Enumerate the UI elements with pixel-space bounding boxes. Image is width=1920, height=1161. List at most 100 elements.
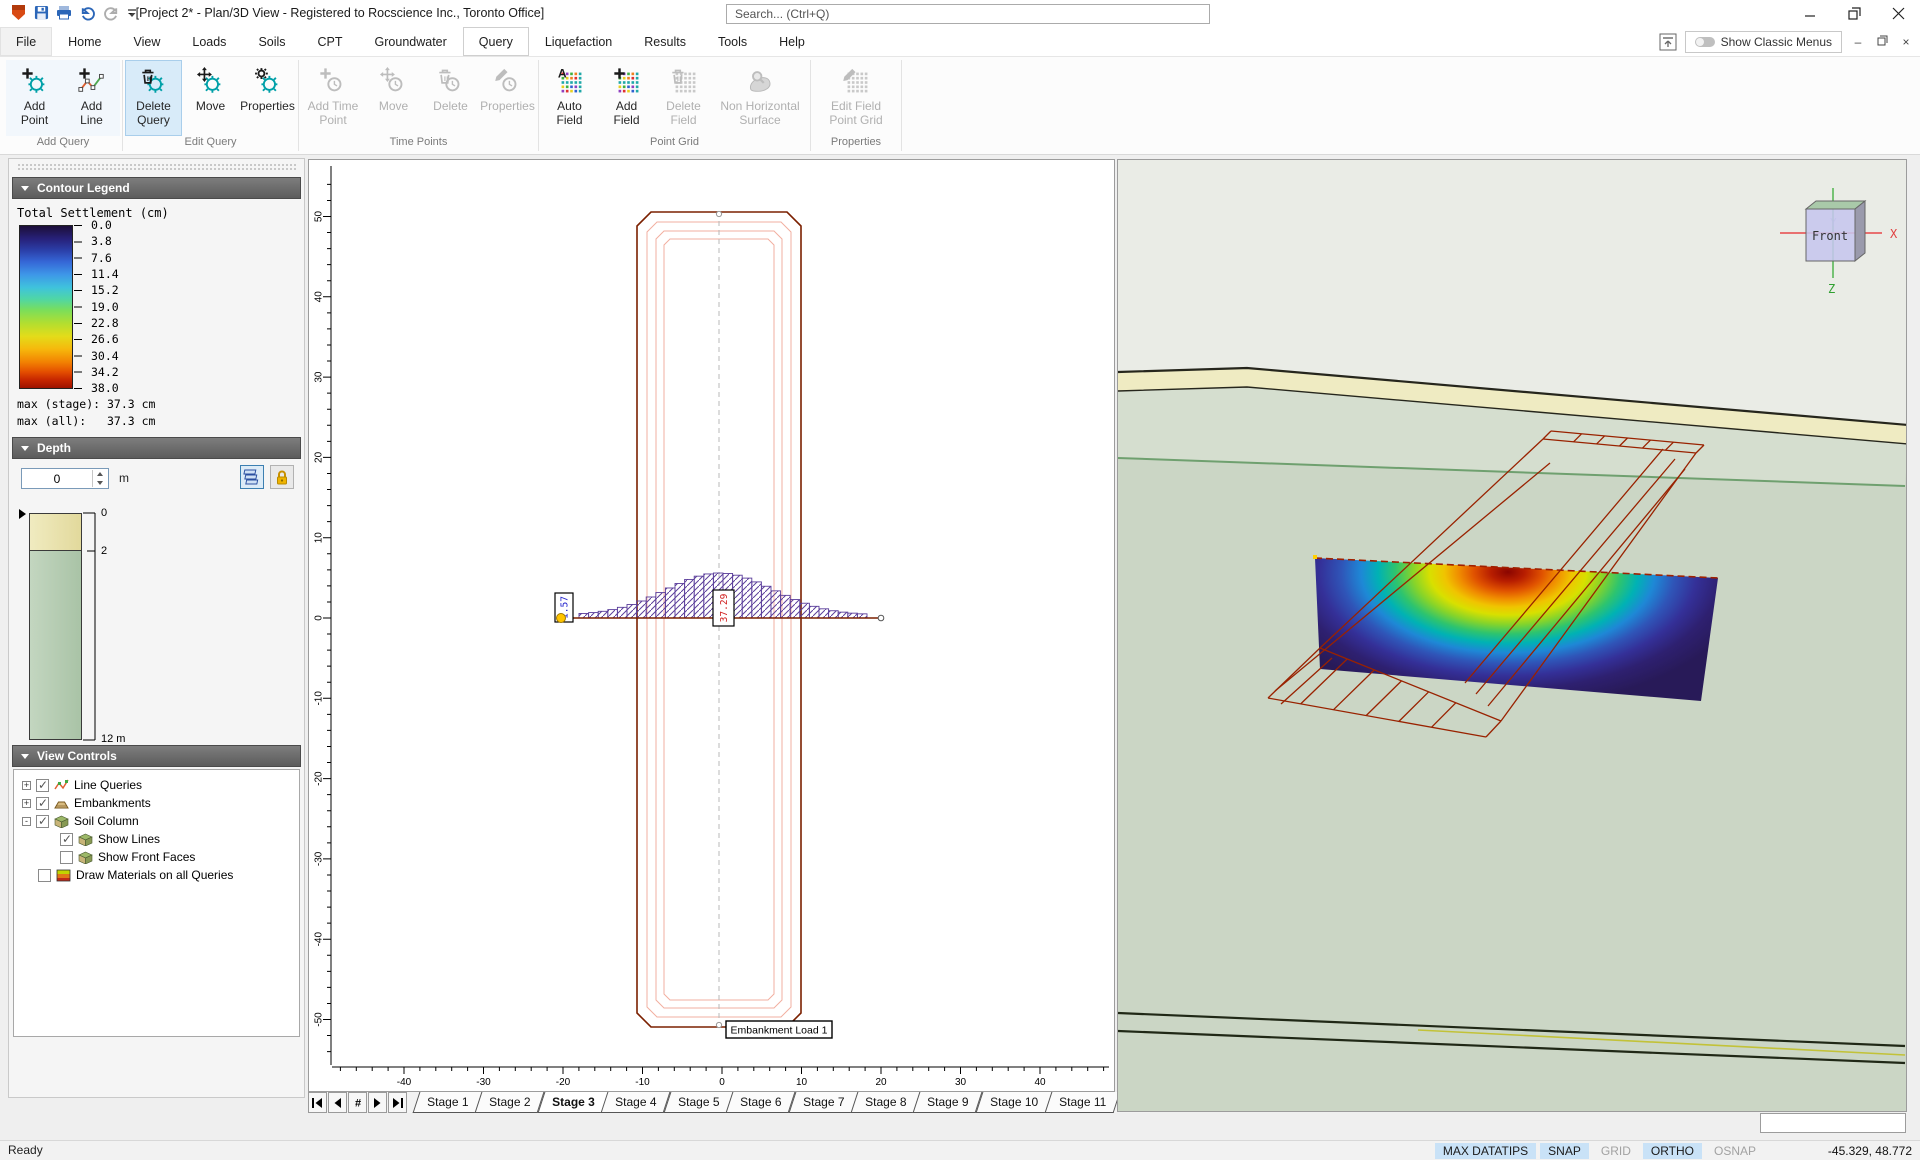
redo-icon[interactable]	[103, 5, 120, 21]
soil-cube-icon	[78, 851, 93, 864]
show-classic-menus-toggle[interactable]: Show Classic Menus	[1684, 31, 1842, 53]
delete-time-point-icon	[436, 66, 466, 96]
tree-item-soil-column[interactable]: - Soil Column	[14, 812, 299, 830]
search-input[interactable]	[726, 4, 1210, 24]
embankment-load-label[interactable]: Embankment Load 1	[725, 1020, 833, 1039]
menu-tab-query[interactable]: Query	[462, 27, 529, 56]
stage-tab-11[interactable]: Stage 11	[1044, 1092, 1121, 1113]
svg-text:A: A	[557, 66, 566, 80]
move-query-icon	[196, 66, 226, 96]
previous-stage-button[interactable]	[328, 1092, 347, 1113]
depth-header[interactable]: Depth	[12, 437, 301, 459]
tree-item-embankments[interactable]: + Embankments	[14, 794, 299, 812]
add-point-button[interactable]: Add Point	[6, 60, 63, 136]
move-time-point-button: Move	[365, 60, 422, 136]
depth-lock-button[interactable]	[270, 465, 294, 489]
soil-depth-label: 2	[101, 545, 108, 557]
depth-spinner[interactable]	[92, 470, 107, 487]
mdi-minimize-button[interactable]: –	[1850, 35, 1866, 49]
query-properties-button[interactable]: Properties	[239, 60, 296, 136]
ortho-toggle[interactable]: ORTHO	[1642, 1143, 1702, 1159]
soil-cube-icon	[78, 833, 93, 846]
collapse-triangle-icon	[21, 445, 29, 451]
view-controls-header[interactable]: View Controls	[12, 745, 301, 767]
tree-item-line-queries[interactable]: + Line Queries	[14, 776, 299, 794]
line-queries-checkbox[interactable]	[36, 778, 49, 792]
save-icon[interactable]	[34, 5, 49, 20]
depth-layers-button[interactable]	[240, 465, 264, 489]
embankments-checkbox[interactable]	[36, 796, 49, 810]
undo-icon[interactable]	[79, 5, 96, 21]
stage-tab-2[interactable]: Stage 2	[474, 1092, 546, 1113]
minimize-button[interactable]	[1788, 0, 1832, 27]
stage-number-button[interactable]: #	[348, 1092, 367, 1113]
query-max-value: 37.29	[719, 593, 730, 622]
depth-input[interactable]: 0	[21, 468, 109, 489]
sidebar-gripper[interactable]	[17, 163, 296, 171]
spinner-up-icon[interactable]	[93, 470, 107, 479]
tree-item-show-front-faces[interactable]: Show Front Faces	[14, 848, 299, 866]
stage-tab-10[interactable]: Stage 10	[975, 1092, 1053, 1113]
snap-toggle[interactable]: SNAP	[1540, 1143, 1589, 1159]
menu-tab-tools[interactable]: Tools	[702, 27, 763, 56]
show-front-faces-checkbox[interactable]	[60, 850, 73, 864]
add-field-button[interactable]: Add Field	[598, 60, 655, 136]
ribbon-pin-icon[interactable]	[1659, 33, 1677, 51]
ribbon-group-point-grid: A Auto Field Add Field Delete Field Non Hor…	[541, 57, 808, 154]
menu-tab-view[interactable]: View	[118, 27, 177, 56]
query-end-point[interactable]	[877, 614, 885, 622]
stage-tab-9[interactable]: Stage 9	[912, 1092, 984, 1113]
stage-tab-8[interactable]: Stage 8	[850, 1092, 921, 1113]
stage-tab-1[interactable]: Stage 1	[412, 1092, 483, 1113]
menu-tab-help[interactable]: Help	[763, 27, 821, 56]
contour-legend-header[interactable]: Contour Legend	[12, 177, 301, 199]
menu-tab-results[interactable]: Results	[628, 27, 702, 56]
menu-tab-soils[interactable]: Soils	[242, 27, 301, 56]
tree-item-show-lines[interactable]: Show Lines	[14, 830, 299, 848]
depth-panel: 0 m 0 2 12 m	[15, 459, 298, 745]
restore-button[interactable]	[1832, 0, 1876, 27]
expander-icon[interactable]: +	[22, 780, 31, 790]
max-datatips-toggle[interactable]: MAX DATATIPS	[1434, 1143, 1537, 1159]
non-horizontal-surface-icon	[745, 66, 775, 96]
delete-query-button[interactable]: Delete Query	[125, 60, 182, 136]
close-button[interactable]	[1876, 0, 1920, 27]
osnap-toggle[interactable]: OSNAP	[1706, 1143, 1764, 1159]
expander-icon[interactable]: -	[22, 816, 31, 826]
grid-toggle[interactable]: GRID	[1593, 1143, 1639, 1159]
app-logo-icon[interactable]	[10, 4, 27, 21]
stage-tab-5[interactable]: Stage 5	[663, 1092, 734, 1113]
expander-icon[interactable]: +	[22, 798, 31, 808]
menu-tab-loads[interactable]: Loads	[176, 27, 242, 56]
stage-tab-3[interactable]: Stage 3	[537, 1092, 609, 1113]
stage-tab-4[interactable]: Stage 4	[601, 1092, 672, 1113]
stage-tab-6[interactable]: Stage 6	[725, 1092, 796, 1113]
last-stage-button[interactable]	[388, 1092, 407, 1113]
print-icon[interactable]	[56, 5, 72, 20]
draw-materials-checkbox[interactable]	[38, 868, 51, 882]
next-stage-button[interactable]	[368, 1092, 387, 1113]
mdi-restore-button[interactable]	[1874, 35, 1890, 49]
auto-field-button[interactable]: A Auto Field	[541, 60, 598, 136]
title-bar: - [Project 2* - Plan/3D View - Registere…	[0, 0, 1920, 27]
soil-cube-icon	[54, 815, 69, 828]
depth-marker-icon[interactable]	[19, 509, 26, 519]
stage-tab-7[interactable]: Stage 7	[788, 1092, 859, 1113]
mdi-close-button[interactable]: ×	[1898, 35, 1914, 49]
show-lines-checkbox[interactable]	[60, 832, 73, 846]
menu-tab-file[interactable]: File	[0, 27, 53, 56]
add-line-button[interactable]: Add Line	[63, 60, 120, 136]
move-query-button[interactable]: Move	[182, 60, 239, 136]
first-stage-button[interactable]	[308, 1092, 327, 1113]
tree-item-draw-materials[interactable]: Draw Materials on all Queries	[14, 866, 299, 884]
plan-view[interactable]: 50 40 30 20 10 0 -10 -20 -30 -40 -50 -40 -30 -20 -10 0 1…	[308, 159, 1115, 1092]
menu-tab-groundwater[interactable]: Groundwater	[359, 27, 463, 56]
menu-tab-cpt[interactable]: CPT	[302, 27, 359, 56]
view-3d[interactable]: Y Front X Z	[1117, 159, 1909, 1112]
menu-tab-liquefaction[interactable]: Liquefaction	[529, 27, 628, 56]
menu-tab-home[interactable]: Home	[52, 27, 117, 56]
spinner-down-icon[interactable]	[93, 479, 107, 488]
query-start-point[interactable]	[556, 613, 566, 623]
svg-text:-20: -20	[314, 771, 325, 786]
soil-column-checkbox[interactable]	[36, 814, 49, 828]
